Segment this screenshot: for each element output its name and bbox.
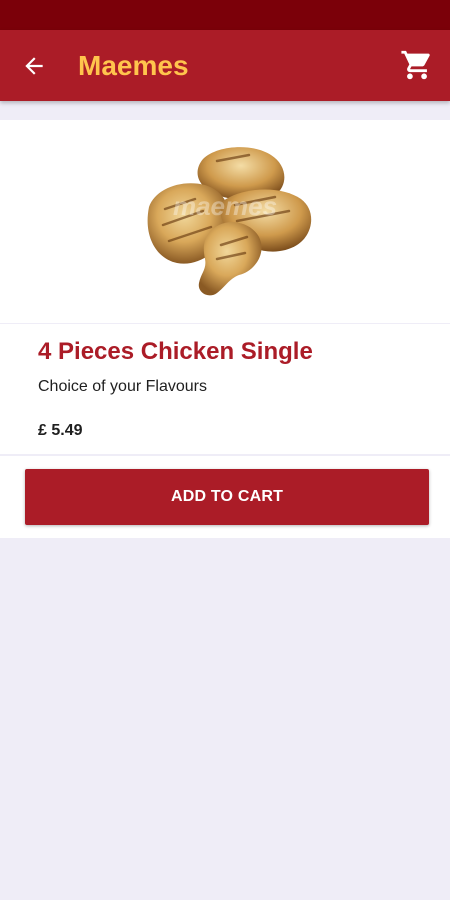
- product-info-card: 4 Pieces Chicken Single Choice of your F…: [0, 324, 450, 454]
- product-price: £ 5.49: [38, 422, 83, 439]
- add-to-cart-label: ADD TO CART: [170, 488, 284, 505]
- status-bar: [0, 0, 450, 30]
- arrow-left-icon: [25, 57, 43, 75]
- shopping-cart-icon: [401, 50, 430, 80]
- add-to-cart-button[interactable]: ADD TO CART: [25, 469, 429, 525]
- app-title: Maemes: [78, 50, 189, 81]
- product-description: Choice of your Flavours: [38, 378, 207, 395]
- product-name: 4 Pieces Chicken Single: [38, 338, 313, 365]
- app-bar: Maemes: [0, 30, 450, 101]
- svg-text:maemes: maemes: [173, 191, 277, 221]
- chicken-pieces-image: maemes: [147, 146, 312, 295]
- action-area: ADD TO CART: [0, 456, 450, 538]
- product-image-card: maemes: [0, 120, 450, 323]
- back-button[interactable]: [20, 52, 48, 80]
- cart-button[interactable]: [400, 48, 434, 82]
